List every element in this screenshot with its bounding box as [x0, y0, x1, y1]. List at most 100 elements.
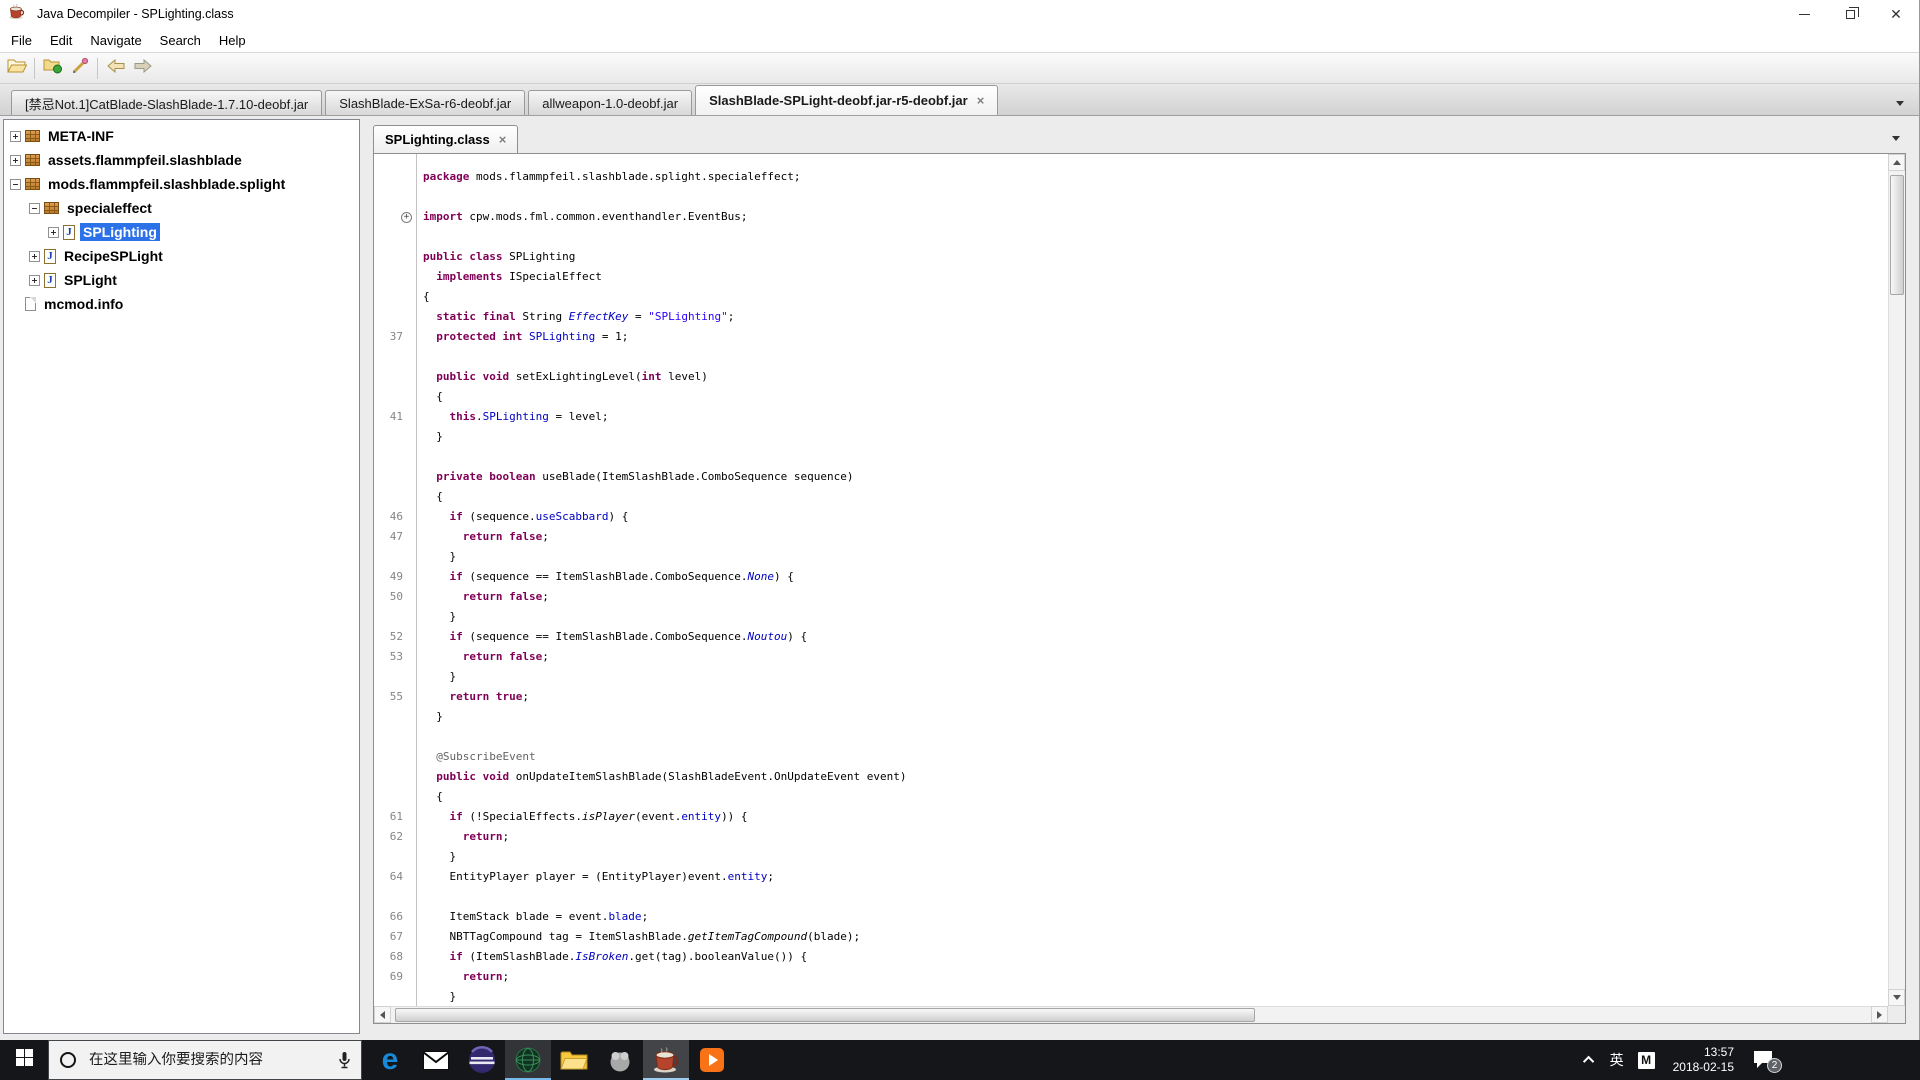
close-button[interactable]: ✕ — [1873, 0, 1919, 28]
restore-button[interactable] — [1827, 0, 1873, 28]
code-token: String — [515, 310, 569, 323]
fold-expand-icon[interactable]: + — [401, 211, 412, 223]
tray-expand-icon[interactable] — [1582, 1055, 1594, 1068]
clock[interactable]: 13:57 2018-02-15 — [1673, 1045, 1734, 1075]
search-button[interactable] — [66, 56, 93, 81]
jar-tab-1[interactable]: [禁忌Not.1]CatBlade-SlashBlade-1.7.10-deob… — [11, 90, 323, 115]
taskbar-file-explorer-icon[interactable] — [551, 1040, 597, 1080]
scroll-right-button[interactable] — [1871, 1006, 1888, 1023]
ime-mode-indicator[interactable]: M — [1637, 1051, 1655, 1069]
code-token: SPLighting — [482, 410, 549, 423]
action-center-button[interactable]: 2 — [1752, 1049, 1782, 1073]
open-file-button[interactable] — [3, 56, 30, 81]
microphone-icon[interactable] — [338, 1051, 351, 1075]
tree-item-label: RecipeSPLight — [64, 248, 163, 264]
system-tray: 英 M 13:57 2018-02-15 2 — [1582, 1045, 1782, 1075]
code-token: useScabbard — [535, 510, 609, 523]
scroll-down-button[interactable] — [1888, 989, 1905, 1006]
tree-item-SPLighting[interactable]: J SPLighting — [4, 220, 359, 244]
gutter-separator — [416, 154, 417, 1006]
expand-toggle-icon[interactable] — [29, 274, 40, 286]
taskbar-mail-icon[interactable] — [413, 1040, 459, 1080]
tree-item-assets.flammpfeil.slashblade[interactable]: assets.flammpfeil.slashblade — [4, 148, 359, 172]
horizontal-scrollbar[interactable] — [374, 1006, 1888, 1023]
tree-item-META-INF[interactable]: META-INF — [4, 124, 359, 148]
back-button[interactable] — [102, 56, 129, 81]
vertical-scrollbar[interactable] — [1888, 154, 1905, 1006]
code-token: if — [449, 630, 463, 643]
forward-button[interactable] — [129, 56, 156, 81]
jar-tab-overflow-button[interactable] — [1893, 96, 1907, 110]
line-number: 69 — [389, 970, 403, 983]
tree-item-mcmod.info[interactable]: mcmod.info — [4, 292, 359, 316]
tab-close-icon[interactable]: × — [499, 133, 507, 146]
code-token: if — [449, 810, 463, 823]
code-line: } — [374, 707, 1888, 727]
open-type-button[interactable] — [39, 56, 66, 81]
code-text: { — [416, 290, 430, 303]
search-input[interactable] — [89, 1052, 304, 1068]
code-token: getItemTagCompound — [687, 930, 808, 943]
code-token: import — [423, 210, 463, 223]
taskbar-globe-browser-icon[interactable] — [505, 1040, 551, 1080]
collapse-toggle-icon[interactable] — [29, 202, 40, 214]
taskbar-edge-icon[interactable]: e — [367, 1040, 413, 1080]
expand-toggle-icon[interactable] — [10, 154, 21, 166]
source-tab-overflow-button[interactable] — [1889, 131, 1903, 145]
menu-item-navigate[interactable]: Navigate — [81, 30, 150, 51]
source-tab[interactable]: SPLighting.class × — [373, 125, 519, 153]
code-token: false — [509, 530, 543, 543]
code-text: if (ItemSlashBlade.IsBroken.get(tag).boo… — [416, 950, 808, 963]
menu-item-file[interactable]: File — [2, 30, 41, 51]
code-token: ; — [502, 830, 510, 843]
code-token: ; — [542, 650, 549, 663]
jar-tab-4[interactable]: SlashBlade-SPLight-deobf.jar-r5-deobf.ja… — [695, 85, 999, 115]
tree-item-SPLight[interactable]: J SPLight — [4, 268, 359, 292]
taskbar-jd-gui-icon[interactable] — [643, 1040, 689, 1080]
expand-toggle-icon[interactable] — [10, 130, 21, 142]
package-icon — [44, 202, 59, 214]
code-token: } — [423, 550, 457, 563]
tree-item-specialeffect[interactable]: specialeffect — [4, 196, 359, 220]
code-line: 55 return true; — [374, 687, 1888, 707]
code-line: 37 protected int SPLighting = 1; — [374, 327, 1888, 347]
code-token: level) — [661, 370, 708, 383]
menu-item-edit[interactable]: Edit — [41, 30, 81, 51]
code-token: return — [462, 590, 503, 603]
menu-item-search[interactable]: Search — [151, 30, 210, 51]
code-token: implements — [436, 270, 503, 283]
start-button[interactable] — [0, 1040, 48, 1080]
menu-item-help[interactable]: Help — [210, 30, 255, 51]
scroll-left-button[interactable] — [374, 1006, 391, 1023]
code-token: (!SpecialEffects. — [462, 810, 582, 823]
taskbar-search[interactable] — [48, 1040, 362, 1080]
collapse-toggle-icon[interactable] — [10, 178, 21, 190]
code-token: this — [449, 410, 477, 423]
vertical-scrollbar-thumb[interactable] — [1890, 175, 1904, 295]
tree-item-RecipeSPLight[interactable]: J RecipeSPLight — [4, 244, 359, 268]
triangle-right-icon — [1877, 1010, 1882, 1019]
code-token: } — [423, 710, 443, 723]
jar-tab-3[interactable]: allweapon-1.0-deobf.jar — [528, 90, 693, 115]
window-title: Java Decompiler - SPLighting.class — [37, 7, 234, 21]
tree-item-mods.flammpfeil.slashblade.splight[interactable]: mods.flammpfeil.slashblade.splight — [4, 172, 359, 196]
horizontal-scrollbar-thumb[interactable] — [395, 1008, 1255, 1022]
minimize-button[interactable] — [1781, 0, 1827, 28]
scroll-up-button[interactable] — [1888, 154, 1905, 171]
jar-tab-2[interactable]: SlashBlade-ExSa-r6-deobf.jar — [325, 90, 526, 115]
expand-toggle-icon[interactable] — [48, 226, 59, 238]
scrollbar-corner — [1888, 1006, 1905, 1023]
code-token: isPlayer — [581, 810, 635, 823]
taskbar-media-player-icon[interactable] — [689, 1040, 735, 1080]
line-number: 46 — [389, 510, 403, 523]
taskbar-gray-app-icon[interactable] — [597, 1040, 643, 1080]
tab-close-icon[interactable]: × — [977, 94, 985, 107]
ime-language-indicator[interactable]: 英 — [1610, 1050, 1624, 1070]
restore-icon — [1845, 6, 1859, 19]
expand-toggle-icon[interactable] — [29, 250, 40, 262]
taskbar-eclipse-icon[interactable] — [459, 1040, 505, 1080]
